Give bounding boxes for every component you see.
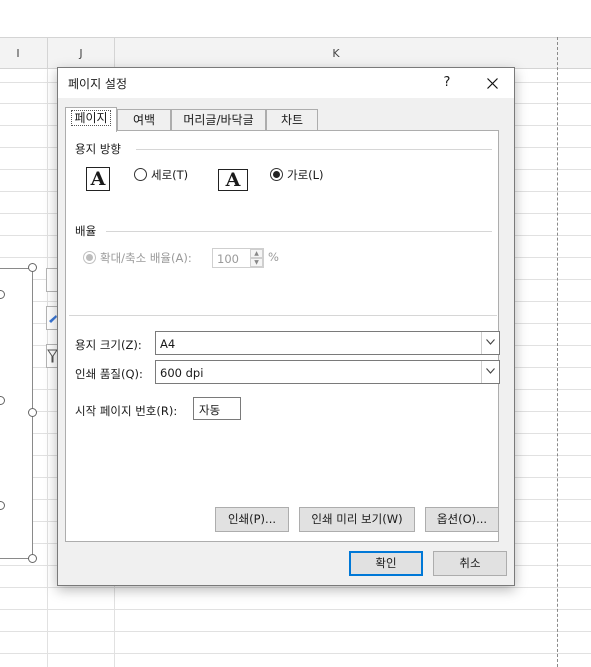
options-button[interactable]: 옵션(O)...	[425, 507, 499, 532]
chevron-down-icon[interactable]	[481, 361, 499, 383]
column-header-k[interactable]: K	[326, 47, 346, 60]
column-separator[interactable]	[47, 38, 48, 69]
dialog-title-bar[interactable]: 페이지 설정 ?	[58, 68, 514, 98]
group-divider	[106, 231, 492, 232]
column-header-j[interactable]: J	[71, 47, 91, 60]
first-page-number-value: 자동	[199, 403, 221, 417]
help-button[interactable]: ?	[436, 71, 458, 95]
spin-down-icon[interactable]: ▼	[250, 258, 263, 267]
orientation-group-label: 용지 방향	[75, 142, 121, 156]
print-quality-value: 600 dpi	[160, 366, 204, 380]
paper-size-value: A4	[160, 337, 176, 351]
zoom-label: 확대/축소 배율(A):	[100, 251, 192, 265]
print-quality-label: 인쇄 품질(Q):	[75, 367, 143, 381]
spin-up-icon[interactable]: ▲	[250, 249, 263, 258]
resize-handle[interactable]	[28, 408, 37, 417]
zoom-stepper[interactable]: 100 ▲ ▼	[212, 248, 264, 268]
page-break-line	[557, 37, 558, 667]
close-button[interactable]	[478, 71, 506, 95]
tab-chart[interactable]: 차트	[266, 109, 318, 131]
page-setup-dialog: 페이지 설정 ? 페이지 여백 머리글/바닥글 차트 용지 방향 A 세로(T)…	[57, 67, 515, 586]
zoom-value: 100	[217, 252, 239, 266]
zoom-radio[interactable]	[83, 251, 96, 264]
column-separator[interactable]	[114, 38, 115, 69]
paper-size-label: 용지 크기(Z):	[75, 338, 142, 352]
landscape-label[interactable]: 가로(L)	[287, 167, 324, 183]
paper-size-select[interactable]: A4	[155, 331, 500, 355]
tab-page[interactable]: 페이지	[65, 107, 117, 132]
group-divider	[136, 149, 492, 150]
close-icon	[486, 78, 498, 89]
landscape-page-icon: A	[218, 169, 248, 191]
ok-button[interactable]: 확인	[349, 551, 423, 576]
print-quality-select[interactable]: 600 dpi	[155, 360, 500, 384]
ribbon-area	[0, 0, 591, 37]
portrait-radio[interactable]	[134, 168, 147, 181]
column-header-i[interactable]: I	[8, 47, 28, 60]
tab-header-footer[interactable]: 머리글/바닥글	[171, 109, 266, 131]
portrait-label[interactable]: 세로(T)	[151, 167, 188, 183]
portrait-page-icon: A	[86, 167, 110, 191]
first-page-number-input[interactable]: 자동	[193, 397, 241, 420]
resize-handle[interactable]	[28, 554, 37, 563]
print-preview-button[interactable]: 인쇄 미리 보기(W)	[299, 507, 415, 532]
chevron-down-icon[interactable]	[481, 332, 499, 354]
percent-sign: %	[268, 250, 279, 264]
dialog-title: 페이지 설정	[68, 77, 128, 91]
scaling-group-label: 배율	[75, 224, 97, 238]
resize-handle[interactable]	[28, 263, 37, 272]
print-button[interactable]: 인쇄(P)...	[215, 507, 289, 532]
tab-panel-page: 용지 방향 A 세로(T) A 가로(L) 배율 확대/축소 배율(A): 10…	[65, 130, 500, 542]
landscape-radio[interactable]	[270, 168, 283, 181]
column-header-bar: I J K	[0, 37, 591, 69]
tab-margins[interactable]: 여백	[117, 109, 171, 131]
first-page-number-label: 시작 페이지 번호(R):	[75, 404, 178, 418]
section-divider	[69, 315, 497, 316]
cancel-button[interactable]: 취소	[433, 551, 507, 576]
